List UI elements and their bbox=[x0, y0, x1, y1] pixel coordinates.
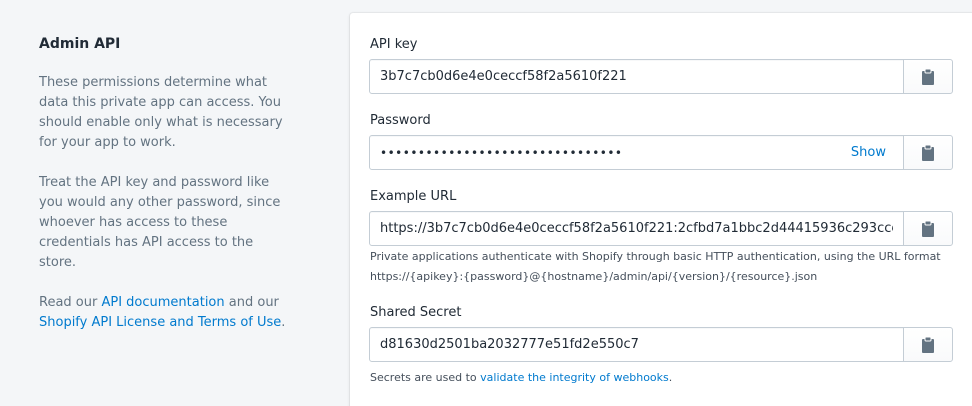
shared-secret-input[interactable]: d81630d2501ba2032777e51fd2e550c7 bbox=[369, 327, 904, 362]
example-url-value: https://3b7c7cb0d6e4e0ceccf58f2a5610f221… bbox=[380, 221, 893, 236]
shared-secret-field-group: d81630d2501ba2032777e51fd2e550c7 bbox=[369, 327, 953, 362]
password-input[interactable]: •••••••••••••••••••••••••••••••• Show bbox=[369, 135, 904, 170]
copy-api-key-button[interactable] bbox=[903, 59, 953, 94]
example-url-input[interactable]: https://3b7c7cb0d6e4e0ceccf58f2a5610f221… bbox=[369, 211, 904, 246]
shared-secret-help: Secrets are used to validate the integri… bbox=[370, 368, 950, 388]
clipboard-icon bbox=[922, 68, 934, 85]
description-permissions: These permissions determine what data th… bbox=[39, 75, 283, 150]
api-key-field-group: 3b7c7cb0d6e4e0ceccf58f2a5610f221 bbox=[369, 59, 953, 94]
api-key-label: API key bbox=[370, 37, 418, 52]
copy-password-button[interactable] bbox=[903, 135, 953, 170]
shared-secret-value: d81630d2501ba2032777e51fd2e550c7 bbox=[380, 337, 639, 352]
page: Admin API These permissions determine wh… bbox=[0, 0, 972, 406]
clipboard-icon bbox=[922, 336, 934, 353]
read-middle-text: and our bbox=[224, 295, 279, 310]
description-credentials: Treat the API key and password like you … bbox=[39, 175, 281, 270]
password-field-group: •••••••••••••••••••••••••••••••• Show bbox=[369, 135, 953, 170]
api-terms-link[interactable]: Shopify API License and Terms of Use bbox=[39, 315, 281, 330]
password-masked-value: •••••••••••••••••••••••••••••••• bbox=[380, 145, 623, 160]
example-url-help-line-2: https://{apikey}:{password}@{hostname}/a… bbox=[370, 270, 818, 283]
credentials-card: API key 3b7c7cb0d6e4e0ceccf58f2a5610f221… bbox=[350, 13, 972, 406]
password-label: Password bbox=[370, 113, 431, 128]
api-documentation-link[interactable]: API documentation bbox=[101, 295, 224, 310]
section-description: Admin API These permissions determine wh… bbox=[39, 34, 289, 353]
read-prefix-text: Read our bbox=[39, 295, 102, 310]
shared-secret-help-prefix: Secrets are used to bbox=[370, 371, 481, 384]
description-links: Read our API documentation and our Shopi… bbox=[39, 293, 289, 333]
example-url-help: Private applications authenticate with S… bbox=[370, 247, 950, 287]
section-title: Admin API bbox=[39, 36, 121, 52]
read-suffix-text: . bbox=[281, 315, 286, 330]
show-password-button[interactable]: Show bbox=[851, 145, 886, 160]
clipboard-icon bbox=[922, 144, 934, 161]
example-url-label: Example URL bbox=[370, 189, 457, 204]
api-key-value: 3b7c7cb0d6e4e0ceccf58f2a5610f221 bbox=[380, 69, 627, 84]
validate-webhooks-link[interactable]: validate the integrity of webhooks bbox=[480, 371, 669, 384]
copy-example-url-button[interactable] bbox=[903, 211, 953, 246]
clipboard-icon bbox=[922, 220, 934, 237]
example-url-field-group: https://3b7c7cb0d6e4e0ceccf58f2a5610f221… bbox=[369, 211, 953, 246]
example-url-help-line-1: Private applications authenticate with S… bbox=[370, 250, 941, 263]
shared-secret-label: Shared Secret bbox=[370, 305, 462, 320]
api-key-input[interactable]: 3b7c7cb0d6e4e0ceccf58f2a5610f221 bbox=[369, 59, 904, 94]
copy-shared-secret-button[interactable] bbox=[903, 327, 953, 362]
shared-secret-help-suffix: . bbox=[668, 371, 673, 384]
